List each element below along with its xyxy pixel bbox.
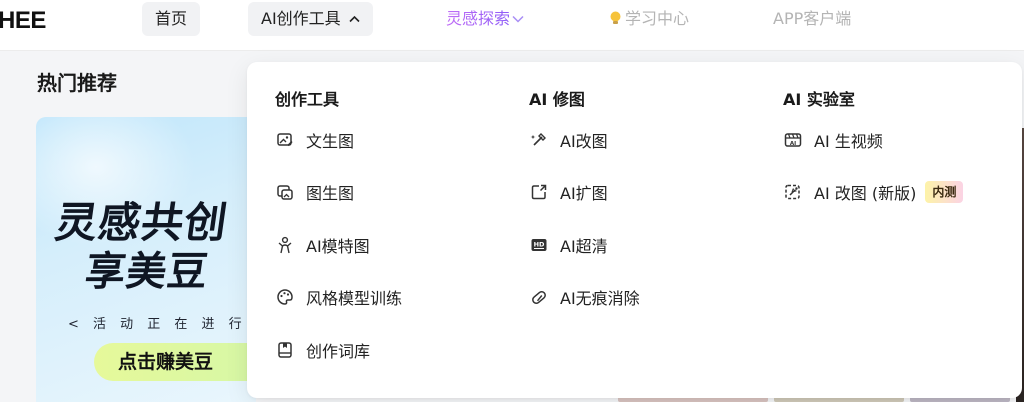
nav-ai-tools[interactable]: AI创作工具: [248, 2, 373, 36]
column-title: AI 修图: [529, 90, 585, 109]
menu-item-label: 风格模型训练: [306, 289, 403, 308]
banner-headline-2: 享美豆: [82, 249, 212, 295]
ai-edit-new-icon: AI: [783, 182, 803, 202]
menu-item-image-to-image[interactable]: 图生图: [275, 179, 354, 205]
menu-item-label: AI超清: [560, 237, 608, 256]
menu-item-ai-edit-new[interactable]: AI AI 改图 (新版) 内测: [783, 179, 964, 205]
nav-ai-tools-label: AI创作工具: [261, 9, 341, 28]
chevron-down-icon: [512, 2, 524, 36]
earn-beans-button[interactable]: 点击赚美豆: [94, 343, 256, 381]
menu-item-text-to-image[interactable]: 文生图: [275, 127, 354, 153]
text-to-image-icon: [275, 130, 295, 150]
menu-item-label: 图生图: [306, 184, 355, 203]
menu-item-label: AI扩图: [560, 184, 608, 203]
section-title-hot: 热门推荐: [37, 71, 117, 95]
column-title: 创作工具: [275, 90, 340, 109]
menu-item-label: AI无痕消除: [560, 289, 640, 308]
svg-text:AI: AI: [792, 188, 797, 194]
nav-app-label: APP客户端: [773, 9, 852, 28]
image-to-image-icon: [275, 182, 295, 202]
beta-badge: 内测: [925, 181, 964, 203]
nav-home[interactable]: 首页: [142, 2, 201, 36]
menu-item-creation-wordbank[interactable]: 创作词库: [275, 337, 370, 363]
nav-inspire-label: 灵感探索: [446, 9, 511, 28]
nav-learn-label: 学习中心: [625, 9, 690, 28]
menu-item-ai-hd[interactable]: HD AI超清: [529, 232, 608, 258]
nav-learn[interactable]: 学习中心: [596, 2, 702, 36]
svg-text:AI: AI: [790, 141, 796, 147]
nav-app-client[interactable]: APP客户端: [760, 2, 864, 36]
menu-item-ai-eraser[interactable]: AI无痕消除: [529, 284, 640, 310]
svg-text:HD: HD: [534, 241, 545, 249]
menu-item-label: AI 改图 (新版): [814, 184, 917, 203]
menu-item-ai-model-figure[interactable]: AI模特图: [275, 232, 370, 258]
menu-item-label: AI模特图: [306, 237, 370, 256]
palette-icon: [275, 287, 295, 307]
ai-tools-dropdown: 创作工具 文生图 图生图 AI模特图 风格模型训练 创作词库 AI 修图 AI改…: [247, 62, 1022, 398]
ai-video-icon: AI: [783, 130, 803, 150]
menu-item-label: 文生图: [306, 132, 355, 151]
column-title: AI 实验室: [783, 90, 855, 109]
banner-subtitle: < 活 动 正 在 进 行 中: [68, 317, 256, 332]
menu-item-ai-expand[interactable]: AI扩图: [529, 179, 608, 205]
chevron-up-icon: [349, 2, 360, 36]
lightbulb-icon: [609, 4, 622, 24]
promo-banner[interactable]: 灵感共创 享美豆 < 活 动 正 在 进 行 中 点击赚美豆: [36, 117, 256, 402]
menu-item-label: 创作词库: [306, 342, 371, 361]
top-navigation-bar: HEE 首页 AI创作工具 灵感探索 学习中心 APP客户端: [0, 0, 1024, 51]
word-book-icon: [275, 340, 295, 360]
menu-item-label: AI改图: [560, 132, 608, 151]
nav-home-label: 首页: [155, 9, 188, 28]
model-figure-icon: [275, 235, 295, 255]
hd-ultra-icon: HD: [529, 235, 549, 255]
menu-item-style-model-training[interactable]: 风格模型训练: [275, 284, 402, 310]
menu-item-label: AI 生视频: [814, 132, 883, 151]
magic-brush-icon: [529, 130, 549, 150]
nav-inspire[interactable]: 灵感探索: [432, 2, 538, 36]
eraser-icon: [529, 287, 549, 307]
site-logo[interactable]: HEE: [0, 7, 46, 35]
menu-item-ai-video[interactable]: AI AI 生视频: [783, 127, 883, 153]
expand-image-icon: [529, 182, 549, 202]
menu-item-ai-edit[interactable]: AI改图: [529, 127, 608, 153]
